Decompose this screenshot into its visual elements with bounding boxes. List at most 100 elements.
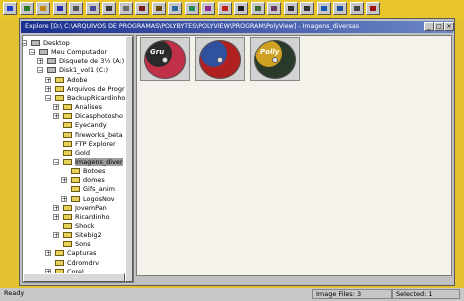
folder-icon [55, 85, 64, 92]
tree-item[interactable]: Sons [63, 240, 91, 249]
tree-item-label: JovemPan [75, 203, 107, 212]
tree-item[interactable]: + Dicasphotosho [53, 112, 123, 121]
color-button[interactable] [217, 2, 232, 15]
tree-item-label: Dicasphotosho [75, 112, 123, 121]
paste-button[interactable] [151, 2, 166, 15]
slideshow-button[interactable] [316, 2, 331, 15]
cut-button[interactable] [135, 2, 149, 15]
tree-item[interactable]: + Sitebig2 [53, 231, 102, 240]
resize-icon [205, 6, 211, 11]
thumbnail-item[interactable] [195, 37, 245, 81]
maximize-button[interactable]: □ [434, 22, 444, 31]
status-selected: Selected: 1 [392, 289, 460, 299]
tree-item[interactable]: fireworks_beta [63, 131, 123, 140]
folder-icon [63, 131, 72, 138]
save-button[interactable] [52, 2, 67, 15]
grid-button[interactable] [85, 2, 100, 15]
expand-icon[interactable]: + [61, 177, 67, 184]
close-button[interactable]: × [444, 22, 454, 31]
slideshow-icon [320, 6, 327, 11]
computer-icon [39, 49, 48, 56]
info-button[interactable] [333, 2, 347, 15]
expand-icon[interactable]: + [53, 213, 59, 220]
settings-button[interactable] [349, 2, 364, 15]
explore-window: Explore [D:\ C:\ARQUIVOS DE PROGRAMAS\PO… [19, 18, 455, 286]
tree-item[interactable]: FTP Explorer [63, 140, 116, 149]
print-icon [106, 6, 112, 11]
expand-icon[interactable]: + [45, 250, 51, 257]
tree-item[interactable]: − Desktop [23, 39, 70, 48]
tree-item-label: Cdromdrv [67, 258, 100, 267]
flip-icon [271, 6, 277, 11]
tree-item[interactable]: − Disk1_vol1 (C:) [37, 66, 108, 75]
tree-item[interactable]: + JovemPan [53, 203, 107, 213]
collapse-icon[interactable]: − [23, 40, 27, 47]
tree-item[interactable]: Cdromdrv [55, 259, 99, 268]
tree-item[interactable]: Botoes [71, 167, 105, 176]
resize-button[interactable] [201, 2, 215, 15]
title-bar[interactable]: Explore [D:\ C:\ARQUIVOS DE PROGRAMAS\PO… [21, 21, 454, 33]
folder-icon [63, 104, 72, 111]
tree-item[interactable]: + Capturas [45, 249, 97, 258]
tree-item[interactable]: + domes [61, 176, 105, 185]
tree-item-label: Analises [75, 103, 102, 112]
tree-horizontal-scrollbar[interactable] [23, 273, 125, 282]
expand-icon[interactable]: + [53, 204, 59, 211]
tree-item-label: BackupRicardinho [67, 93, 126, 102]
help-button[interactable] [366, 2, 380, 15]
tree-item[interactable]: Gifs_anim [71, 185, 115, 194]
thumbnail-item[interactable]: Gru [140, 37, 190, 81]
collapse-icon[interactable]: − [53, 158, 59, 165]
folder-icon [63, 122, 72, 129]
tree-item-label: Sons [75, 240, 91, 249]
folder-icon [55, 76, 64, 83]
tree-vertical-scrollbar[interactable] [125, 36, 133, 282]
minimize-button[interactable]: _ [424, 22, 434, 31]
prev-button[interactable] [283, 2, 298, 15]
tree-item[interactable]: + Analises [53, 103, 102, 112]
open-folder-icon [40, 6, 46, 11]
expand-icon[interactable]: + [45, 85, 51, 92]
open-folder-button[interactable] [36, 2, 50, 15]
expand-icon[interactable]: + [37, 58, 43, 65]
copy-icon [122, 6, 129, 11]
crop-button[interactable] [184, 2, 199, 15]
tree-item-label: Capturas [67, 249, 97, 258]
tree-item[interactable]: Eyecandy [63, 121, 107, 130]
expand-icon[interactable]: + [53, 232, 59, 239]
yellow-square-icon [7, 6, 13, 11]
collapse-icon[interactable]: − [37, 67, 43, 74]
copy-button[interactable] [118, 2, 133, 15]
tree-item[interactable]: − Meu Computador [29, 48, 107, 57]
tree-item[interactable]: Shock [63, 222, 95, 231]
contrast-icon [238, 6, 244, 11]
picture-button[interactable] [19, 2, 34, 15]
next-button[interactable] [300, 2, 314, 15]
contrast-button[interactable] [234, 2, 248, 15]
yellow-square-button[interactable] [3, 2, 17, 15]
rotate-button[interactable] [250, 2, 265, 15]
tree-item[interactable]: + Adobe [45, 76, 88, 85]
cd-label: Gru [150, 48, 165, 56]
move-button[interactable] [168, 2, 182, 15]
tree-item[interactable]: Gold [63, 149, 90, 158]
collapse-icon[interactable]: − [29, 49, 35, 56]
expand-icon[interactable]: + [45, 76, 51, 83]
tree-item[interactable]: + Ricardinho [53, 213, 110, 222]
collapse-icon[interactable]: − [45, 94, 51, 101]
paste-icon [155, 6, 162, 11]
tree-item[interactable]: + LogosNov [61, 195, 115, 204]
drive-icon [47, 67, 56, 74]
tree-item[interactable]: − BackupRicardinho [45, 93, 126, 103]
tree-item[interactable]: + Disquete de 3½ (A:) [37, 57, 124, 66]
expand-icon[interactable]: + [61, 195, 67, 202]
tree-item[interactable]: + Arquivos de Progra [45, 85, 129, 94]
thumbnail-item[interactable]: Polly [250, 37, 300, 81]
camera-button[interactable] [69, 2, 83, 15]
help-icon [370, 6, 376, 11]
flip-button[interactable] [267, 2, 281, 15]
tree-item[interactable]: − Imagens_diver [53, 157, 123, 167]
expand-icon[interactable]: + [53, 113, 59, 120]
print-button[interactable] [102, 2, 116, 15]
expand-icon[interactable]: + [53, 104, 59, 111]
